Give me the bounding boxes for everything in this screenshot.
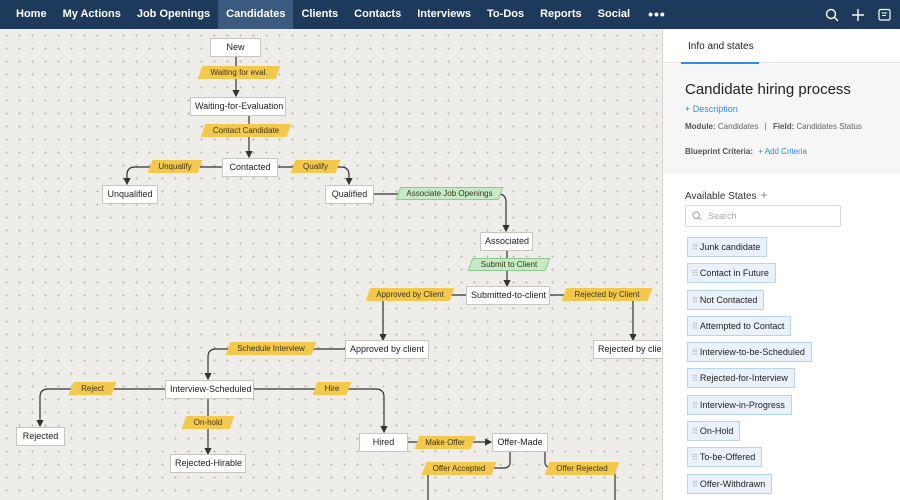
state-interview-scheduled[interactable]: Interview-Scheduled (165, 380, 254, 399)
nav-clients[interactable]: Clients (293, 0, 346, 29)
panel-tabs: Info and states (663, 29, 900, 64)
state-chip-offer-withdrawn[interactable]: ⠿ Offer-Withdrawn (687, 473, 773, 494)
drag-handle-icon[interactable]: ⠿ (692, 322, 698, 331)
transition-rejected-by-client[interactable]: Rejected by Client (561, 288, 653, 301)
blueprint-title: Candidate hiring process (685, 81, 851, 98)
state-search-box[interactable] (685, 205, 841, 227)
state-unqualified[interactable]: Unqualified (102, 185, 158, 204)
state-chip-contact-in-future[interactable]: ⠿ Contact in Future (687, 263, 776, 284)
transition-offer-accepted[interactable]: Offer Accepted (421, 462, 497, 475)
blueprint-canvas[interactable]: New Waiting-for-Evaluation Contacted Unq… (0, 29, 662, 500)
nav-more-button[interactable]: ••• (638, 0, 676, 29)
field-value: Candidates Status (796, 122, 862, 131)
state-chip-attempted-to-contact[interactable]: ⠿ Attempted to Contact (687, 315, 792, 336)
info-states-panel: Info and states Candidate hiring process… (662, 29, 900, 500)
nav-todos[interactable]: To-Dos (479, 0, 532, 29)
available-states-heading: Available States + (685, 188, 768, 202)
transition-on-hold[interactable]: On-hold (181, 416, 235, 429)
state-chip-on-hold[interactable]: ⠿ On-Hold (687, 421, 741, 442)
state-chip-interview-in-progress[interactable]: ⠿ Interview-in-Progress (687, 394, 792, 415)
transition-contact-candidate[interactable]: Contact Candidate (200, 124, 292, 137)
nav-home[interactable]: Home (0, 0, 55, 29)
state-submitted-to-client[interactable]: Submitted-to-client (466, 286, 550, 305)
state-new[interactable]: New (210, 38, 261, 57)
state-chip-rejected-for-interview[interactable]: ⠿ Rejected-for-Interview (687, 368, 795, 389)
state-approved-by-client[interactable]: Approved by client (345, 340, 429, 359)
drag-handle-icon[interactable]: ⠿ (692, 427, 698, 436)
state-waiting-for-evaluation[interactable]: Waiting-for-Evaluation (190, 97, 286, 116)
drag-handle-icon[interactable]: ⠿ (692, 401, 698, 410)
transition-make-offer[interactable]: Make Offer (414, 436, 476, 449)
drag-handle-icon[interactable]: ⠿ (692, 269, 698, 278)
transition-submit-to-client[interactable]: Submit to Client (467, 258, 551, 271)
blueprint-criteria: Blueprint Criteria: + Add Criteria (685, 147, 807, 156)
drag-handle-icon[interactable]: ⠿ (692, 348, 698, 357)
tab-info-and-states[interactable]: Info and states (688, 41, 754, 52)
transition-schedule-interview[interactable]: Schedule Interview (225, 342, 317, 355)
module-value: Candidates (717, 122, 759, 131)
drag-handle-icon[interactable]: ⠿ (692, 453, 698, 462)
module-label: Module: (685, 122, 716, 131)
transition-associate-job-openings[interactable]: Associate Job Openings (395, 187, 504, 200)
transition-qualify[interactable]: Qualify (290, 160, 341, 173)
state-contacted[interactable]: Contacted (222, 158, 278, 177)
transition-hire[interactable]: Hire (312, 382, 352, 395)
state-chip-junk-candidate[interactable]: ⠿ Junk candidate (687, 237, 768, 257)
state-rejected[interactable]: Rejected (16, 427, 65, 446)
available-states-list: ⠿ Junk candidate ⠿ Contact in Future ⠿ Not … (687, 237, 812, 500)
search-icon (692, 211, 702, 221)
state-associated[interactable]: Associated (480, 232, 533, 251)
state-chip-not-contacted[interactable]: ⠿ Not Contacted (687, 289, 765, 310)
transition-waiting-for-eval[interactable]: Waiting for eval. (197, 66, 281, 79)
state-hired[interactable]: Hired (359, 433, 408, 452)
transition-reject[interactable]: Reject (68, 382, 117, 395)
calendar-icon[interactable] (872, 0, 896, 29)
transition-offer-rejected[interactable]: Offer Rejected (544, 462, 620, 475)
state-offer-made[interactable]: Offer-Made (492, 433, 548, 452)
nav-interviews[interactable]: Interviews (409, 0, 479, 29)
nav-my-actions[interactable]: My Actions (55, 0, 129, 29)
transition-unqualify[interactable]: Unqualify (147, 160, 203, 173)
state-chip-to-be-offered[interactable]: ⠿ To-be-Offered (687, 447, 763, 468)
transition-approved-by-client[interactable]: Approved by Client (365, 288, 455, 301)
available-states-label: Available States (685, 191, 757, 202)
add-criteria-link[interactable]: + Add Criteria (758, 147, 807, 156)
drag-handle-icon[interactable]: ⠿ (692, 374, 698, 383)
state-qualified[interactable]: Qualified (325, 185, 374, 204)
add-state-icon[interactable]: + (761, 188, 768, 202)
top-nav-bar: Home My Actions Job Openings Candidates … (0, 0, 900, 29)
nav-social[interactable]: Social (590, 0, 638, 29)
state-search-input[interactable] (708, 211, 828, 221)
drag-handle-icon[interactable]: ⠿ (692, 296, 698, 305)
criteria-label: Blueprint Criteria: (685, 147, 754, 156)
state-rejected-by-client[interactable]: Rejected by clie (593, 340, 662, 359)
drag-handle-icon[interactable]: ⠿ (692, 243, 698, 252)
plus-icon[interactable] (846, 0, 870, 29)
add-description-link[interactable]: + Description (685, 104, 738, 114)
field-label: Field: (772, 122, 795, 131)
drag-handle-icon[interactable]: ⠿ (692, 480, 698, 489)
nav-job-openings[interactable]: Job Openings (129, 0, 218, 29)
flow-connectors (36, 57, 637, 500)
module-field-info: Module: Candidates | Field: Candidates S… (685, 122, 862, 131)
state-rejected-hirable[interactable]: Rejected-Hirable (170, 454, 246, 473)
nav-contacts[interactable]: Contacts (346, 0, 409, 29)
nav-candidates[interactable]: Candidates (218, 0, 294, 29)
search-icon[interactable] (820, 0, 844, 29)
nav-reports[interactable]: Reports (532, 0, 590, 29)
state-chip-interview-to-be-scheduled[interactable]: ⠿ Interview-to-be-Scheduled (687, 342, 812, 363)
